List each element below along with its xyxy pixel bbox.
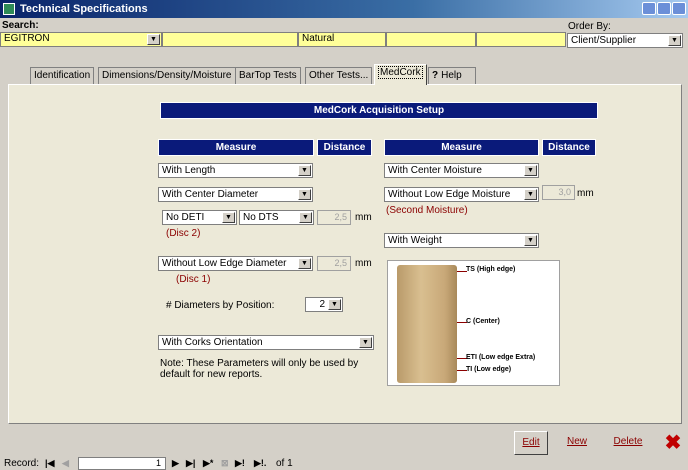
- record-number-field[interactable]: 1: [78, 457, 166, 470]
- tab-other-tests[interactable]: Other Tests...: [305, 67, 373, 84]
- low-edge-moisture-unit: mm: [577, 188, 594, 199]
- first-record-icon[interactable]: |◀: [45, 458, 54, 470]
- diam-by-pos-select[interactable]: 2 ▼: [305, 297, 343, 312]
- c-label: C (Center): [466, 318, 500, 325]
- chevron-down-icon[interactable]: ▼: [147, 34, 160, 45]
- tab-help[interactable]: ? Help: [428, 67, 476, 84]
- next-record-icon[interactable]: ▶: [172, 458, 179, 470]
- left-measure-header: Measure: [158, 139, 314, 156]
- help-icon: ?: [432, 70, 439, 81]
- center-diameter-select[interactable]: With Center Diameter ▼: [158, 187, 313, 202]
- chevron-down-icon[interactable]: ▼: [298, 189, 311, 200]
- filter-record-icon[interactable]: ▶!.: [254, 458, 266, 470]
- edit-button[interactable]: Edit: [514, 431, 548, 455]
- diam-by-pos-label: # Diameters by Position:: [166, 300, 275, 311]
- find-record-icon[interactable]: ▶!: [235, 458, 245, 470]
- length-select[interactable]: With Length ▼: [158, 163, 313, 178]
- close-icon[interactable]: ✖: [660, 431, 686, 455]
- minimize-icon[interactable]: [642, 2, 656, 15]
- weight-select[interactable]: With Weight ▼: [384, 233, 539, 248]
- supplier-combo[interactable]: EGITRON ▼: [0, 32, 162, 47]
- disc1-label: (Disc 1): [176, 274, 211, 285]
- tab-bartop[interactable]: BarTop Tests: [235, 67, 301, 84]
- cork-image: [397, 265, 457, 383]
- dts-select[interactable]: No DTS ▼: [239, 210, 314, 225]
- new-button[interactable]: New: [560, 431, 594, 455]
- deti-unit: mm: [355, 212, 372, 223]
- low-edge-diameter-select[interactable]: Without Low Edge Diameter ▼: [158, 256, 313, 271]
- low-edge-diameter-value: Without Low Edge Diameter: [162, 258, 287, 269]
- prev-record-icon[interactable]: ◀: [62, 458, 69, 470]
- delete-record-icon[interactable]: ⊠: [221, 458, 229, 470]
- left-distance-header: Distance: [317, 139, 372, 156]
- dts-value: No DTS: [243, 212, 279, 223]
- app-icon: [3, 3, 15, 15]
- low-edge-distance-field[interactable]: 2,5: [317, 256, 351, 271]
- supplier-value: EGITRON: [4, 33, 50, 44]
- eti-label: ETI (Low edge Extra): [466, 354, 536, 361]
- last-record-icon[interactable]: ▶|: [186, 458, 195, 470]
- diam-by-pos-value: 2: [319, 299, 325, 310]
- deti-distance-field[interactable]: 2,5: [317, 210, 351, 225]
- chevron-down-icon[interactable]: ▼: [668, 35, 681, 46]
- chevron-down-icon[interactable]: ▼: [222, 212, 235, 223]
- type-field[interactable]: Natural: [298, 32, 386, 47]
- chevron-down-icon[interactable]: ▼: [524, 165, 537, 176]
- title-bar: Technical Specifications: [0, 0, 688, 18]
- cork-diagram: TS (High edge) C (Center) ETI (Low edge …: [387, 260, 560, 386]
- search-field-2[interactable]: [162, 32, 298, 47]
- chevron-down-icon[interactable]: ▼: [298, 165, 311, 176]
- search-field-5[interactable]: [476, 32, 566, 47]
- weight-value: With Weight: [388, 235, 442, 246]
- panel-title: MedCork Acquisition Setup: [160, 102, 598, 119]
- orientation-select[interactable]: With Corks Orientation ▼: [158, 335, 374, 350]
- order-by-value: Client/Supplier: [571, 35, 637, 46]
- deti-select[interactable]: No DETI ▼: [162, 210, 237, 225]
- order-by-label: Order By:: [568, 21, 611, 32]
- low-edge-moisture-select[interactable]: Without Low Edge Moisture ▼: [384, 187, 539, 202]
- ts-label: TS (High edge): [466, 266, 516, 273]
- low-edge-moisture-value: Without Low Edge Moisture: [388, 189, 511, 200]
- center-moisture-value: With Center Moisture: [388, 165, 482, 176]
- length-value: With Length: [162, 165, 216, 176]
- search-label: Search:: [2, 20, 39, 31]
- tab-medcork[interactable]: MedCork: [374, 64, 427, 85]
- right-distance-header: Distance: [542, 139, 596, 156]
- chevron-down-icon[interactable]: ▼: [359, 337, 372, 348]
- chevron-down-icon[interactable]: ▼: [328, 299, 341, 310]
- chevron-down-icon[interactable]: ▼: [524, 189, 537, 200]
- right-measure-header: Measure: [384, 139, 539, 156]
- new-record-icon[interactable]: ▶*: [203, 458, 213, 470]
- close-window-icon[interactable]: [672, 2, 686, 15]
- chevron-down-icon[interactable]: ▼: [524, 235, 537, 246]
- record-count: of 1: [276, 458, 293, 469]
- low-edge-unit: mm: [355, 258, 372, 269]
- ti-label: TI (Low edge): [466, 366, 512, 373]
- record-label: Record:: [4, 458, 40, 469]
- second-moisture-label: (Second Moisture): [386, 205, 468, 216]
- maximize-icon[interactable]: [657, 2, 671, 15]
- tab-identification[interactable]: Identification: [30, 67, 95, 84]
- note-text: Note: These Parameters will only be used…: [160, 358, 359, 380]
- chevron-down-icon[interactable]: ▼: [299, 212, 312, 223]
- tab-help-label: Help: [441, 70, 462, 81]
- disc2-label: (Disc 2): [166, 228, 201, 239]
- type-value: Natural: [302, 33, 335, 44]
- center-moisture-select[interactable]: With Center Moisture ▼: [384, 163, 539, 178]
- deti-value: No DETI: [166, 212, 205, 223]
- tab-medcork-label: MedCork: [378, 66, 423, 79]
- center-diameter-value: With Center Diameter: [162, 189, 259, 200]
- low-edge-moisture-field[interactable]: 3,0: [542, 185, 575, 200]
- delete-button[interactable]: Delete: [608, 431, 648, 455]
- chevron-down-icon[interactable]: ▼: [298, 258, 311, 269]
- tab-dimensions[interactable]: Dimensions/Density/Moisture: [98, 67, 236, 84]
- window-title: Technical Specifications: [20, 3, 148, 15]
- search-field-4[interactable]: [386, 32, 476, 47]
- orientation-value: With Corks Orientation: [162, 337, 263, 348]
- order-by-select[interactable]: Client/Supplier ▼: [567, 33, 683, 48]
